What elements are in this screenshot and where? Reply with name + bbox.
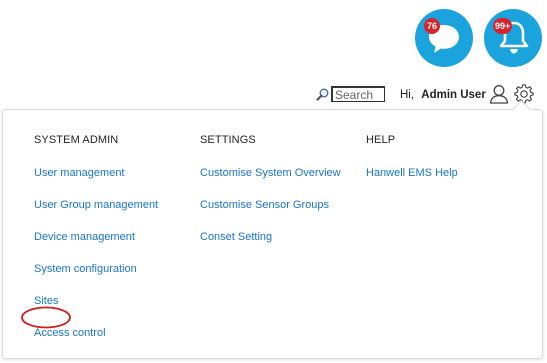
menu-item-access-control[interactable]: Access control — [34, 326, 158, 340]
menu-item-system-configuration[interactable]: System configuration — [34, 262, 158, 276]
menu-column-settings: SETTINGS Customise System Overview Custo… — [200, 134, 341, 244]
menu-item-conset-setting[interactable]: Conset Setting — [200, 230, 341, 244]
column-heading: HELP — [366, 134, 396, 146]
menu-item-sites[interactable]: Sites — [34, 294, 158, 308]
menu-item-user-group-management[interactable]: User Group management — [34, 198, 158, 212]
menu-item-device-management[interactable]: Device management — [34, 230, 158, 244]
menu-item-customise-system-overview[interactable]: Customise System Overview — [200, 166, 341, 180]
menu-column-help: HELP Hanwell EMS Help — [366, 134, 458, 180]
sites-item-wrapper: Sites — [21, 294, 158, 329]
messages-button[interactable]: 76 — [415, 9, 473, 67]
search-icon[interactable] — [316, 88, 329, 106]
menu-item-hanwell-ems-help[interactable]: Hanwell EMS Help — [366, 166, 458, 180]
user-greeting: Hi, Admin User — [400, 89, 486, 101]
menu-item-user-management[interactable]: User management — [34, 166, 158, 180]
alerts-count-badge: 99+ — [493, 18, 513, 34]
settings-dropdown-menu: SYSTEM ADMIN User management User Group … — [2, 109, 543, 359]
messages-count-badge: 76 — [424, 18, 440, 34]
greeting-prefix: Hi, — [400, 89, 415, 101]
alerts-button[interactable]: 99+ — [484, 9, 542, 67]
user-icon[interactable] — [489, 84, 509, 109]
menu-column-system-admin: SYSTEM ADMIN User management User Group … — [21, 134, 158, 340]
user-name: Admin User — [421, 89, 486, 101]
menu-item-customise-sensor-groups[interactable]: Customise Sensor Groups — [200, 198, 341, 212]
search-input[interactable] — [331, 86, 385, 102]
column-heading: SYSTEM ADMIN — [34, 134, 119, 146]
column-heading: SETTINGS — [200, 134, 256, 146]
header-bar: Hi, Admin User — [0, 84, 547, 106]
